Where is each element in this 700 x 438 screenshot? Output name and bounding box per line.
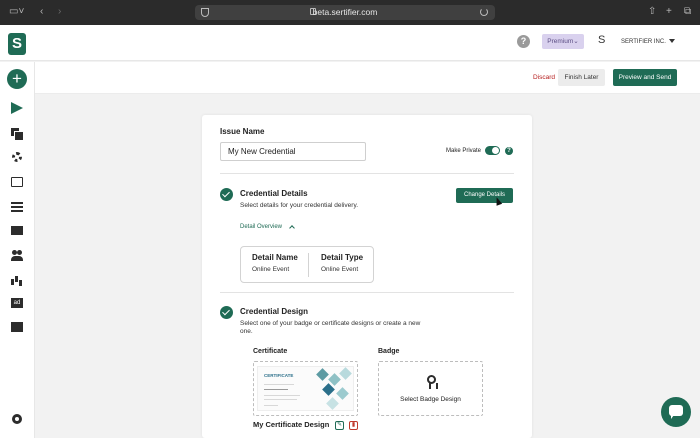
detail-name-header: Detail Name: [252, 253, 298, 262]
trash-icon[interactable]: ▮: [349, 421, 358, 430]
divider: [220, 173, 514, 174]
url-text: beta.sertifier.com: [312, 7, 378, 17]
award-icon: [427, 375, 438, 389]
premium-plan-dropdown[interactable]: Premium⌄: [542, 34, 584, 49]
app-header: S ? Premium⌄ S SERTIFIER INC.: [0, 25, 700, 61]
chart-icon[interactable]: [11, 274, 23, 285]
thumbnail-heading: CERTIFICATE: [264, 373, 294, 378]
detail-overview-box: Detail Name Online Event Detail Type Onl…: [240, 246, 374, 283]
hexagon-decoration: [339, 367, 352, 380]
premium-label: Premium: [547, 38, 574, 45]
forward-icon[interactable]: ›: [58, 6, 61, 18]
badge-label: Badge: [378, 348, 400, 355]
discard-button[interactable]: Discard: [533, 74, 555, 81]
list-icon[interactable]: [11, 202, 23, 212]
users-icon[interactable]: [11, 250, 23, 261]
make-private-label: Make Private: [446, 148, 482, 154]
check-icon: [220, 188, 233, 201]
chevron-down-icon[interactable]: [669, 39, 675, 43]
credential-design-subtitle: Select one of your badge or certificate …: [240, 320, 421, 335]
info-icon[interactable]: ?: [505, 147, 513, 155]
action-bar: Discard Finish Later Preview and Send: [35, 62, 700, 94]
back-icon[interactable]: ‹: [40, 6, 43, 18]
share-icon[interactable]: ⇧: [648, 6, 656, 18]
change-details-button[interactable]: Change Details: [456, 188, 513, 203]
company-name[interactable]: SERTIFIER INC.: [621, 39, 666, 45]
copy-icon[interactable]: [11, 128, 24, 141]
make-private-toggle[interactable]: [485, 146, 500, 155]
sertifier-logo[interactable]: S: [8, 33, 26, 55]
gift-icon[interactable]: [11, 322, 23, 332]
column-separator: [308, 253, 309, 277]
detail-overview-toggle[interactable]: Detail Overview: [240, 224, 282, 230]
hexagon-decoration: [326, 397, 339, 410]
preview-and-send-button[interactable]: Preview and Send: [613, 69, 677, 86]
settings-icon[interactable]: [12, 414, 22, 424]
browser-toolbar: ▭˅ ‹ › beta.sertifier.com ⇧ + ⧉: [0, 0, 700, 25]
send-icon[interactable]: [11, 102, 23, 114]
select-badge-design-label: Select Badge Design: [400, 396, 461, 403]
detail-name-value: Online Event: [252, 266, 290, 273]
help-icon[interactable]: ?: [517, 35, 530, 48]
thumbnail-line: [264, 395, 300, 396]
divider: [220, 292, 514, 293]
thumbnail-line: [264, 384, 294, 385]
edit-icon[interactable]: ✎: [335, 421, 344, 430]
reload-icon[interactable]: [480, 8, 488, 16]
tab-overview-icon[interactable]: ⧉: [684, 6, 691, 18]
thumbnail-line: [264, 389, 288, 390]
issue-name-input[interactable]: [220, 142, 366, 161]
finish-later-button[interactable]: Finish Later: [558, 69, 605, 86]
issue-name-label: Issue Name: [220, 127, 265, 136]
thumbnail-line: [264, 399, 297, 400]
certificate-design-card[interactable]: CERTIFICATE: [253, 361, 358, 416]
credential-design-title: Credential Design: [240, 307, 309, 316]
add-credential-button[interactable]: +: [7, 69, 27, 89]
chat-icon[interactable]: [661, 397, 691, 427]
detail-type-header: Detail Type: [321, 253, 364, 262]
credential-details-title: Credential Details: [240, 189, 308, 198]
gear-icon[interactable]: [12, 152, 22, 162]
issue-form-card: Issue Name Make Private ? Credential Det…: [202, 115, 532, 438]
certificate-name: My Certificate Design: [253, 420, 330, 429]
credential-details-subtitle: Select details for your credential deliv…: [240, 202, 359, 209]
chevron-up-icon[interactable]: [289, 225, 295, 231]
sidebar: + ad: [0, 62, 35, 438]
detail-type-value: Online Event: [321, 266, 359, 273]
detail-name-column: Detail Name Online Event: [252, 253, 298, 273]
hexagon-decoration: [336, 387, 349, 400]
new-tab-icon[interactable]: +: [666, 6, 672, 18]
ad-icon[interactable]: ad: [11, 298, 23, 308]
certificate-label: Certificate: [253, 348, 288, 355]
avatar[interactable]: S: [598, 34, 605, 46]
detail-type-column: Detail Type Online Event: [321, 253, 363, 273]
mail-icon[interactable]: [11, 226, 23, 235]
sidebar-toggle-icon[interactable]: ▭˅: [9, 6, 24, 18]
screen-icon[interactable]: [11, 177, 23, 187]
certificate-thumbnail[interactable]: CERTIFICATE: [257, 366, 354, 411]
address-bar[interactable]: beta.sertifier.com: [195, 5, 495, 20]
check-icon: [220, 306, 233, 319]
thumbnail-line: [264, 405, 278, 406]
badge-design-card[interactable]: Select Badge Design: [378, 361, 483, 416]
